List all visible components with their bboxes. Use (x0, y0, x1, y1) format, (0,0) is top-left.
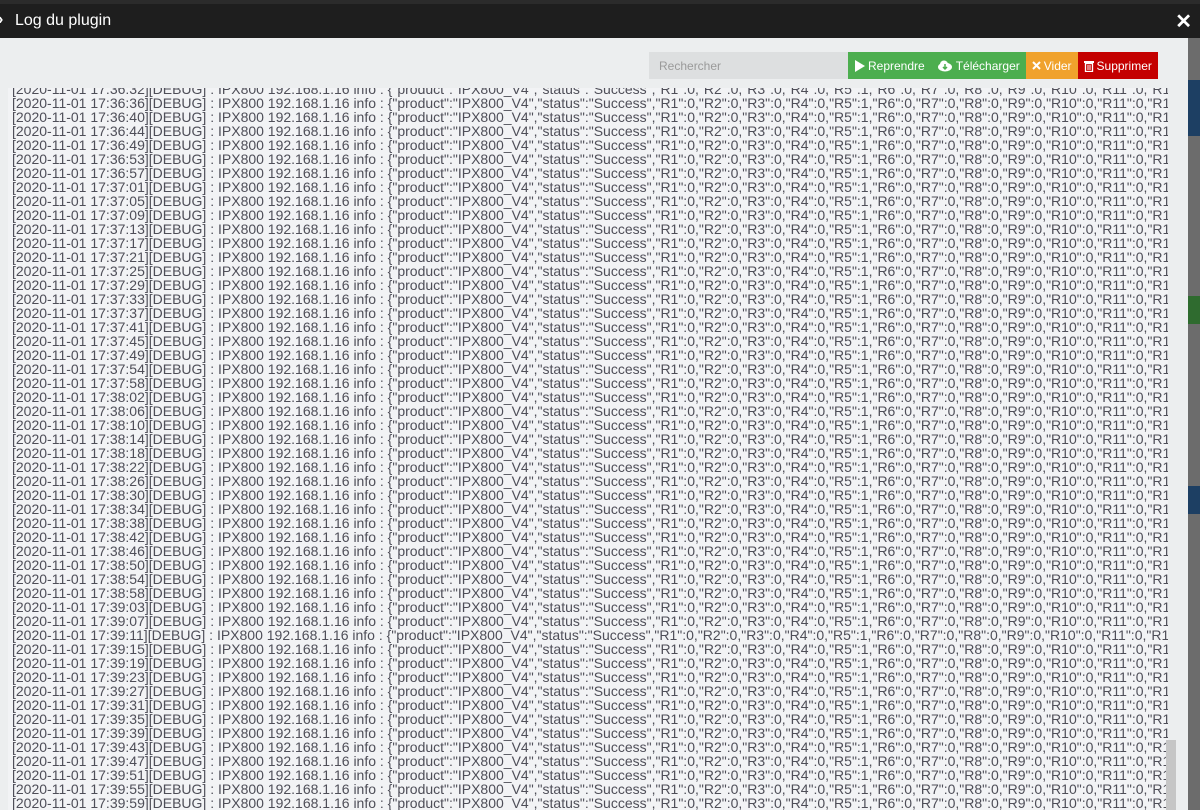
log-line: [2020-11-01 17:38:46][DEBUG] : IPX800 19… (12, 544, 1168, 558)
clear-button[interactable]: Vider (1025, 52, 1078, 79)
download-label: Télécharger (955, 58, 1020, 73)
log-line: [2020-11-01 17:38:30][DEBUG] : IPX800 19… (12, 488, 1168, 502)
log-line: [2020-11-01 17:38:14][DEBUG] : IPX800 19… (12, 432, 1168, 446)
log-line: [2020-11-01 17:38:34][DEBUG] : IPX800 19… (12, 502, 1168, 516)
log-line: [2020-11-01 17:36:44][DEBUG] : IPX800 19… (12, 124, 1168, 138)
log-level: [DEBUG] (148, 795, 207, 810)
log-line: [2020-11-01 17:38:38][DEBUG] : IPX800 19… (12, 516, 1168, 530)
log-line: [2020-11-01 17:38:02][DEBUG] : IPX800 19… (12, 390, 1168, 404)
download-button[interactable]: Télécharger (930, 52, 1026, 79)
log-line: [2020-11-01 17:39:23][DEBUG] : IPX800 19… (12, 670, 1168, 684)
resume-button[interactable]: Reprendre (848, 52, 931, 79)
times-icon (1032, 61, 1041, 70)
log-line: [2020-11-01 17:37:13][DEBUG] : IPX800 19… (12, 222, 1168, 236)
log-line: [2020-11-01 17:37:45][DEBUG] : IPX800 19… (12, 334, 1168, 348)
log-line: [2020-11-01 17:37:21][DEBUG] : IPX800 19… (12, 250, 1168, 264)
log-line: [2020-11-01 17:38:18][DEBUG] : IPX800 19… (12, 446, 1168, 460)
log-line: [2020-11-01 17:36:53][DEBUG] : IPX800 19… (12, 152, 1168, 166)
log-toolbar: Reprendre Télécharger Vider Supprimer (649, 52, 1158, 79)
modal-title: Log du plugin (15, 12, 112, 29)
log-lines: [2020-11-01 17:36:32][DEBUG] : IPX800 19… (12, 88, 1168, 810)
background-bar (1188, 296, 1200, 324)
log-line: [2020-11-01 17:38:42][DEBUG] : IPX800 19… (12, 530, 1168, 544)
log-line: [2020-11-01 17:37:05][DEBUG] : IPX800 19… (12, 194, 1168, 208)
trash-icon (1083, 60, 1094, 72)
log-line: [2020-11-01 17:39:39][DEBUG] : IPX800 19… (12, 726, 1168, 740)
log-line: [2020-11-01 17:39:07][DEBUG] : IPX800 19… (12, 614, 1168, 628)
scrollbar-thumb[interactable] (1166, 740, 1176, 810)
log-line: [2020-11-01 17:37:01][DEBUG] : IPX800 19… (12, 180, 1168, 194)
log-line: [2020-11-01 17:36:36][DEBUG] : IPX800 19… (12, 96, 1168, 110)
log-line: [2020-11-01 17:37:29][DEBUG] : IPX800 19… (12, 278, 1168, 292)
log-line: [2020-11-01 17:39:59][DEBUG] : IPX800 19… (12, 796, 1168, 810)
log-line: [2020-11-01 17:39:55][DEBUG] : IPX800 19… (12, 782, 1168, 796)
log-message: : IPX800 192.168.1.16 info : {"product":… (206, 795, 1168, 810)
log-line: [2020-11-01 17:37:17][DEBUG] : IPX800 19… (12, 236, 1168, 250)
log-content[interactable]: [2020-11-01 17:36:32][DEBUG] : IPX800 19… (8, 88, 1168, 810)
log-line: [2020-11-01 17:37:54][DEBUG] : IPX800 19… (12, 362, 1168, 376)
log-line: [2020-11-01 17:38:26][DEBUG] : IPX800 19… (12, 474, 1168, 488)
log-line: [2020-11-01 17:38:22][DEBUG] : IPX800 19… (12, 460, 1168, 474)
delete-button[interactable]: Supprimer (1077, 52, 1158, 79)
clear-label: Vider (1043, 58, 1072, 73)
log-line: [2020-11-01 17:37:09][DEBUG] : IPX800 19… (12, 208, 1168, 222)
log-line: [2020-11-01 17:37:41][DEBUG] : IPX800 19… (12, 320, 1168, 334)
log-line: [2020-11-01 17:39:31][DEBUG] : IPX800 19… (12, 698, 1168, 712)
log-line: [2020-11-01 17:36:40][DEBUG] : IPX800 19… (12, 110, 1168, 124)
search-input[interactable] (649, 52, 848, 79)
log-line: [2020-11-01 17:37:33][DEBUG] : IPX800 19… (12, 292, 1168, 306)
log-line: [2020-11-01 17:37:49][DEBUG] : IPX800 19… (12, 348, 1168, 362)
log-line: [2020-11-01 17:36:57][DEBUG] : IPX800 19… (12, 166, 1168, 180)
log-line: [2020-11-01 17:36:49][DEBUG] : IPX800 19… (12, 138, 1168, 152)
delete-label: Supprimer (1096, 58, 1152, 73)
background-bar (1188, 80, 1200, 136)
log-line: [2020-11-01 17:38:06][DEBUG] : IPX800 19… (12, 404, 1168, 418)
log-line: [2020-11-01 17:39:03][DEBUG] : IPX800 19… (12, 600, 1168, 614)
close-icon[interactable]: ✕ (1175, 9, 1192, 34)
log-line: [2020-11-01 17:38:58][DEBUG] : IPX800 19… (12, 586, 1168, 600)
log-line: [2020-11-01 17:38:54][DEBUG] : IPX800 19… (12, 572, 1168, 586)
resume-label: Reprendre (868, 58, 925, 73)
log-line: [2020-11-01 17:37:37][DEBUG] : IPX800 19… (12, 306, 1168, 320)
log-line: [2020-11-01 17:39:35][DEBUG] : IPX800 19… (12, 712, 1168, 726)
log-line: [2020-11-01 17:38:10][DEBUG] : IPX800 19… (12, 418, 1168, 432)
play-icon (855, 59, 865, 72)
log-line: [2020-11-01 17:39:15][DEBUG] : IPX800 19… (12, 642, 1168, 656)
log-line: [2020-11-01 17:37:58][DEBUG] : IPX800 19… (12, 376, 1168, 390)
log-line: [2020-11-01 17:39:43][DEBUG] : IPX800 19… (12, 740, 1168, 754)
log-modal: Reprendre Télécharger Vider Supprimer [2… (0, 38, 1188, 810)
background-bar (1188, 486, 1200, 514)
log-line: [2020-11-01 17:39:27][DEBUG] : IPX800 19… (12, 684, 1168, 698)
log-timestamp: [2020-11-01 17:39:59] (12, 795, 149, 810)
log-line: [2020-11-01 17:39:51][DEBUG] : IPX800 19… (12, 768, 1168, 782)
cloud-download-icon (937, 60, 952, 71)
log-line: [2020-11-01 17:39:47][DEBUG] : IPX800 19… (12, 754, 1168, 768)
chevron-right-icon: › (0, 11, 3, 29)
log-line: [2020-11-01 17:39:19][DEBUG] : IPX800 19… (12, 656, 1168, 670)
background-page (1188, 38, 1200, 810)
log-line: [2020-11-01 17:38:50][DEBUG] : IPX800 19… (12, 558, 1168, 572)
modal-titlebar: › Log du plugin ✕ (0, 4, 1200, 38)
log-line: [2020-11-01 17:39:11][DEBUG] : IPX800 19… (12, 628, 1168, 642)
log-line: [2020-11-01 17:37:25][DEBUG] : IPX800 19… (12, 264, 1168, 278)
